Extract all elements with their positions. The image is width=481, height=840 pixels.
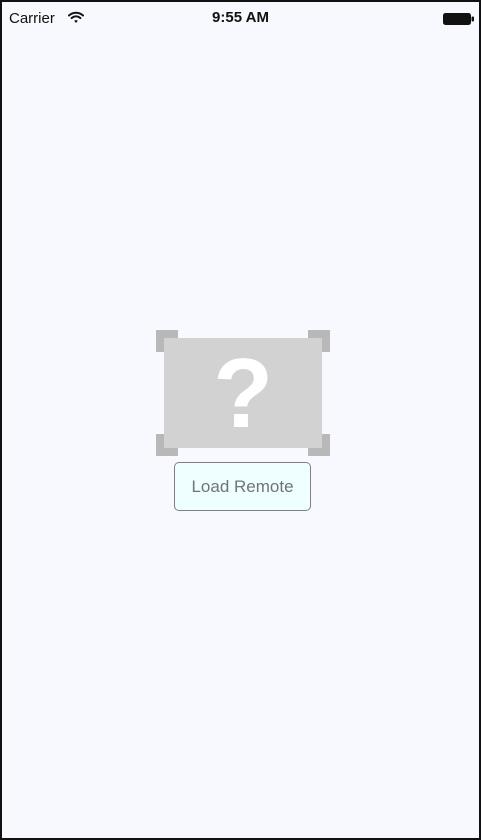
- status-time: 9:55 AM: [212, 9, 269, 26]
- phone-screen: Carrier 9:55 AM ? Load Remote: [0, 0, 481, 840]
- battery-icon: [443, 13, 474, 25]
- remote-image-placeholder: ?: [156, 330, 330, 456]
- question-mark-image-placeholder-icon: ?: [156, 330, 330, 456]
- question-mark-glyph: ?: [213, 338, 273, 448]
- status-bar: Carrier 9:55 AM: [2, 2, 479, 36]
- load-remote-button[interactable]: Load Remote: [174, 462, 311, 511]
